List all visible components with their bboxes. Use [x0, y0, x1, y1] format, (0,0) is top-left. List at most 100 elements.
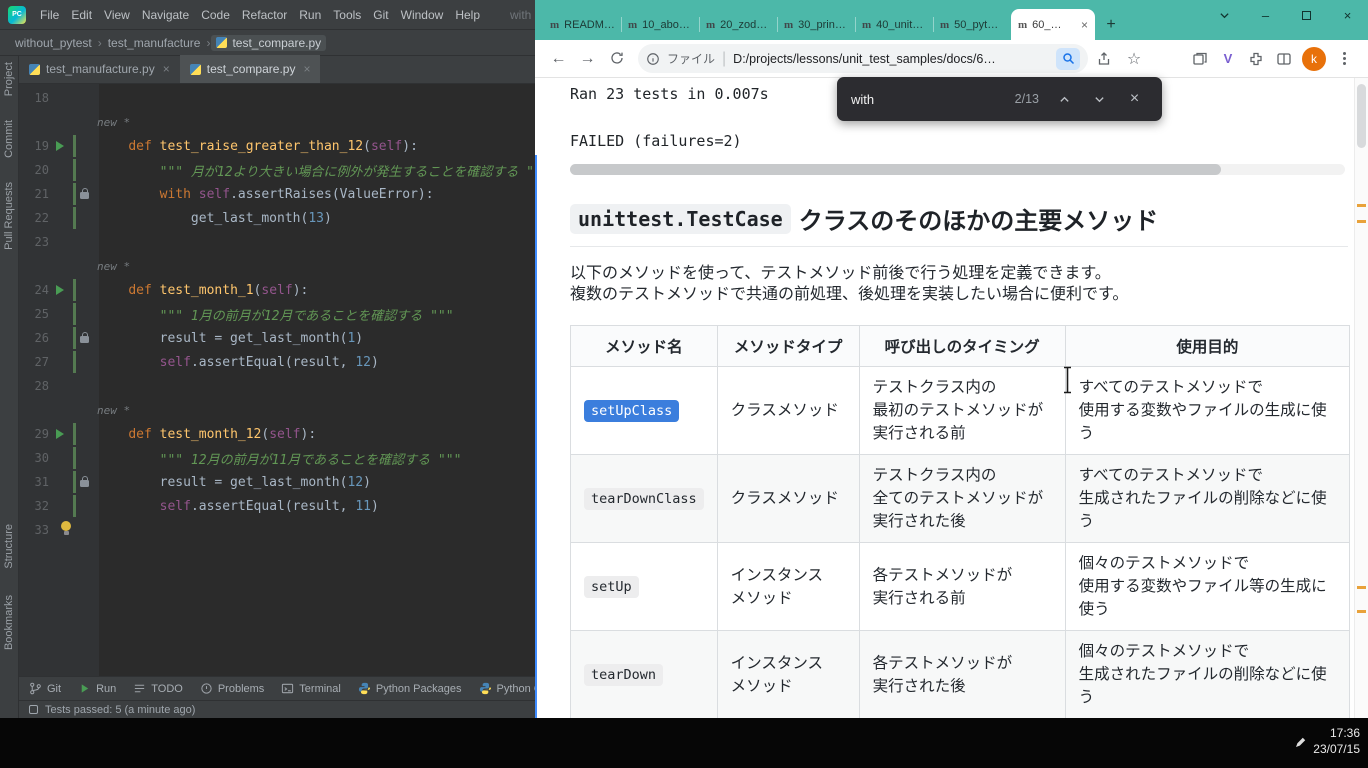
code-line-29[interactable]: 29 def test_month_12(self): — [19, 422, 535, 446]
method-name[interactable]: tearDown — [584, 664, 663, 686]
url-text[interactable]: D:/projects/lessons/unit_test_samples/do… — [733, 52, 1049, 66]
find-input[interactable]: with — [851, 92, 1007, 107]
breadcrumb-item[interactable]: test_manufacture — [103, 35, 206, 51]
code-line-32[interactable]: 32 self.assertEqual(result, 11) — [19, 494, 535, 518]
back-icon[interactable]: ← — [545, 50, 572, 68]
status-widget-icon[interactable] — [29, 705, 38, 714]
address-bar[interactable]: ファイル | D:/projects/lessons/unit_test_sam… — [638, 44, 1088, 73]
menu-view[interactable]: View — [98, 8, 136, 22]
code-line-33[interactable]: 33 — [19, 518, 535, 542]
code-line-26[interactable]: 26 result = get_last_month(1) — [19, 326, 535, 350]
heading-text: クラスのそのほかの主要メソッド — [799, 201, 1159, 236]
v-extension-icon[interactable]: V — [1214, 44, 1242, 74]
share-icon[interactable] — [1090, 44, 1118, 74]
run-test-icon[interactable] — [56, 429, 64, 439]
code-line-22[interactable]: 22 get_last_month(13) — [19, 206, 535, 230]
breadcrumb-item[interactable]: without_pytest — [10, 35, 97, 51]
browser-tab[interactable]: m20_zod… — [699, 9, 777, 40]
menu-git[interactable]: Git — [367, 8, 394, 22]
code-line-19[interactable]: 19 def test_raise_greater_than_12(self): — [19, 134, 535, 158]
method-name[interactable]: tearDownClass — [584, 488, 704, 510]
code-line-30[interactable]: 30 """ 12月の前月が11月であることを確認する """ — [19, 446, 535, 470]
browser-tab[interactable]: m10_abo… — [621, 9, 699, 40]
code-line-21[interactable]: 21 with self.assertRaises(ValueError): — [19, 182, 535, 206]
toolbar-git[interactable]: Git — [29, 682, 61, 695]
minimize-icon[interactable]: – — [1245, 0, 1286, 30]
find-previous-icon[interactable] — [1051, 86, 1078, 113]
code-line-27[interactable]: 27 self.assertEqual(result, 12) — [19, 350, 535, 374]
find-close-icon[interactable]: × — [1121, 86, 1148, 113]
menu-code[interactable]: Code — [195, 8, 236, 22]
close-tab-icon[interactable]: × — [1081, 18, 1088, 32]
menu-refactor[interactable]: Refactor — [236, 8, 293, 22]
forward-icon[interactable]: → — [574, 50, 601, 68]
menu-tools[interactable]: Tools — [327, 8, 367, 22]
profile-avatar[interactable]: k — [1302, 47, 1326, 71]
browser-tab[interactable]: m50_pyt… — [933, 9, 1011, 40]
toolbar-python-packages[interactable]: Python Packages — [358, 682, 462, 695]
find-next-icon[interactable] — [1086, 86, 1113, 113]
vertical-scrollbar[interactable] — [1354, 78, 1368, 718]
editor-tab[interactable]: test_compare.py× — [180, 55, 321, 83]
menu-window[interactable]: Window — [395, 8, 450, 22]
browser-tab[interactable]: mREADM… — [543, 9, 621, 40]
menu-dots-icon[interactable] — [1330, 44, 1358, 74]
browser-tab[interactable]: m30_prin… — [777, 9, 855, 40]
tool-window-button-commit[interactable]: Commit — [3, 120, 15, 158]
toolbar-run[interactable]: Run — [78, 682, 116, 695]
find-on-page-active-icon[interactable] — [1056, 48, 1080, 70]
menu-navigate[interactable]: Navigate — [136, 8, 195, 22]
menu-run[interactable]: Run — [293, 8, 327, 22]
tab-search-chevron-icon[interactable] — [1204, 0, 1245, 30]
tool-window-button-structure[interactable]: Structure — [3, 524, 15, 569]
find-bar[interactable]: with 2/13 × — [837, 77, 1162, 121]
menu-file[interactable]: File — [34, 8, 65, 22]
code-line-18[interactable]: 18 — [19, 86, 535, 110]
run-test-icon[interactable] — [56, 285, 64, 295]
breadcrumb-item[interactable]: test_compare.py — [211, 35, 326, 51]
toolbar-terminal[interactable]: Terminal — [281, 682, 341, 695]
extensions-icon[interactable] — [1242, 44, 1270, 74]
close-window-icon[interactable]: × — [1327, 0, 1368, 30]
browser-tab[interactable]: m60_…× — [1011, 9, 1095, 40]
code-line-31[interactable]: 31 result = get_last_month(12) — [19, 470, 535, 494]
code-line-28[interactable]: 28 — [19, 374, 535, 398]
code-line-20[interactable]: 20 """ 月が12より大きい場合に例外が発生することを確認する """ — [19, 158, 535, 182]
toolbar-todo[interactable]: TODO — [133, 682, 183, 695]
tool-window-button-project[interactable]: Project — [3, 62, 15, 96]
maximize-icon[interactable] — [1286, 0, 1327, 30]
code-line-25[interactable]: 25 """ 1月の前月が12月であることを確認する """ — [19, 302, 535, 326]
method-name[interactable]: setUp — [584, 576, 639, 598]
code-editor[interactable]: 18new *19 def test_raise_greater_than_12… — [19, 84, 535, 676]
menu-edit[interactable]: Edit — [65, 8, 98, 22]
menu-help[interactable]: Help — [449, 8, 486, 22]
method-separator: new * — [19, 110, 535, 134]
refresh-icon[interactable] — [603, 50, 630, 68]
collections-icon[interactable] — [1186, 44, 1214, 74]
vcs-change-bar — [73, 135, 76, 157]
intention-bulb-icon[interactable] — [61, 521, 71, 531]
code-line-24[interactable]: 24 def test_month_1(self): — [19, 278, 535, 302]
taskbar-clock[interactable]: 17:36 23/07/15 — [1313, 725, 1360, 757]
ime-pen-icon[interactable] — [1294, 736, 1306, 754]
split-screen-icon[interactable] — [1270, 44, 1298, 74]
run-test-icon[interactable] — [56, 141, 64, 151]
toolbar-python-console[interactable]: Python Console — [479, 682, 536, 695]
favorites-star-icon[interactable]: ☆ — [1120, 44, 1148, 74]
close-tab-icon[interactable]: × — [303, 62, 310, 76]
vertical-scrollbar-thumb[interactable] — [1357, 84, 1366, 148]
new-tab-button[interactable]: + — [1099, 9, 1123, 40]
close-tab-icon[interactable]: × — [163, 62, 170, 76]
toolbar-problems[interactable]: Problems — [200, 682, 264, 695]
code-line-23[interactable]: 23 — [19, 230, 535, 254]
horizontal-scrollbar-thumb[interactable] — [570, 164, 1221, 175]
tool-window-button-pull-requests[interactable]: Pull Requests — [3, 182, 15, 250]
clock-time: 17:36 — [1313, 725, 1360, 741]
method-name[interactable]: setUpClass — [584, 400, 679, 422]
vcs-change-bar — [73, 303, 76, 325]
browser-tab[interactable]: m40_unit… — [855, 9, 933, 40]
tool-window-button-bookmarks[interactable]: Bookmarks — [3, 595, 15, 650]
info-icon[interactable] — [646, 52, 660, 66]
editor-tab[interactable]: test_manufacture.py× — [19, 55, 180, 83]
horizontal-scrollbar[interactable] — [570, 164, 1345, 175]
